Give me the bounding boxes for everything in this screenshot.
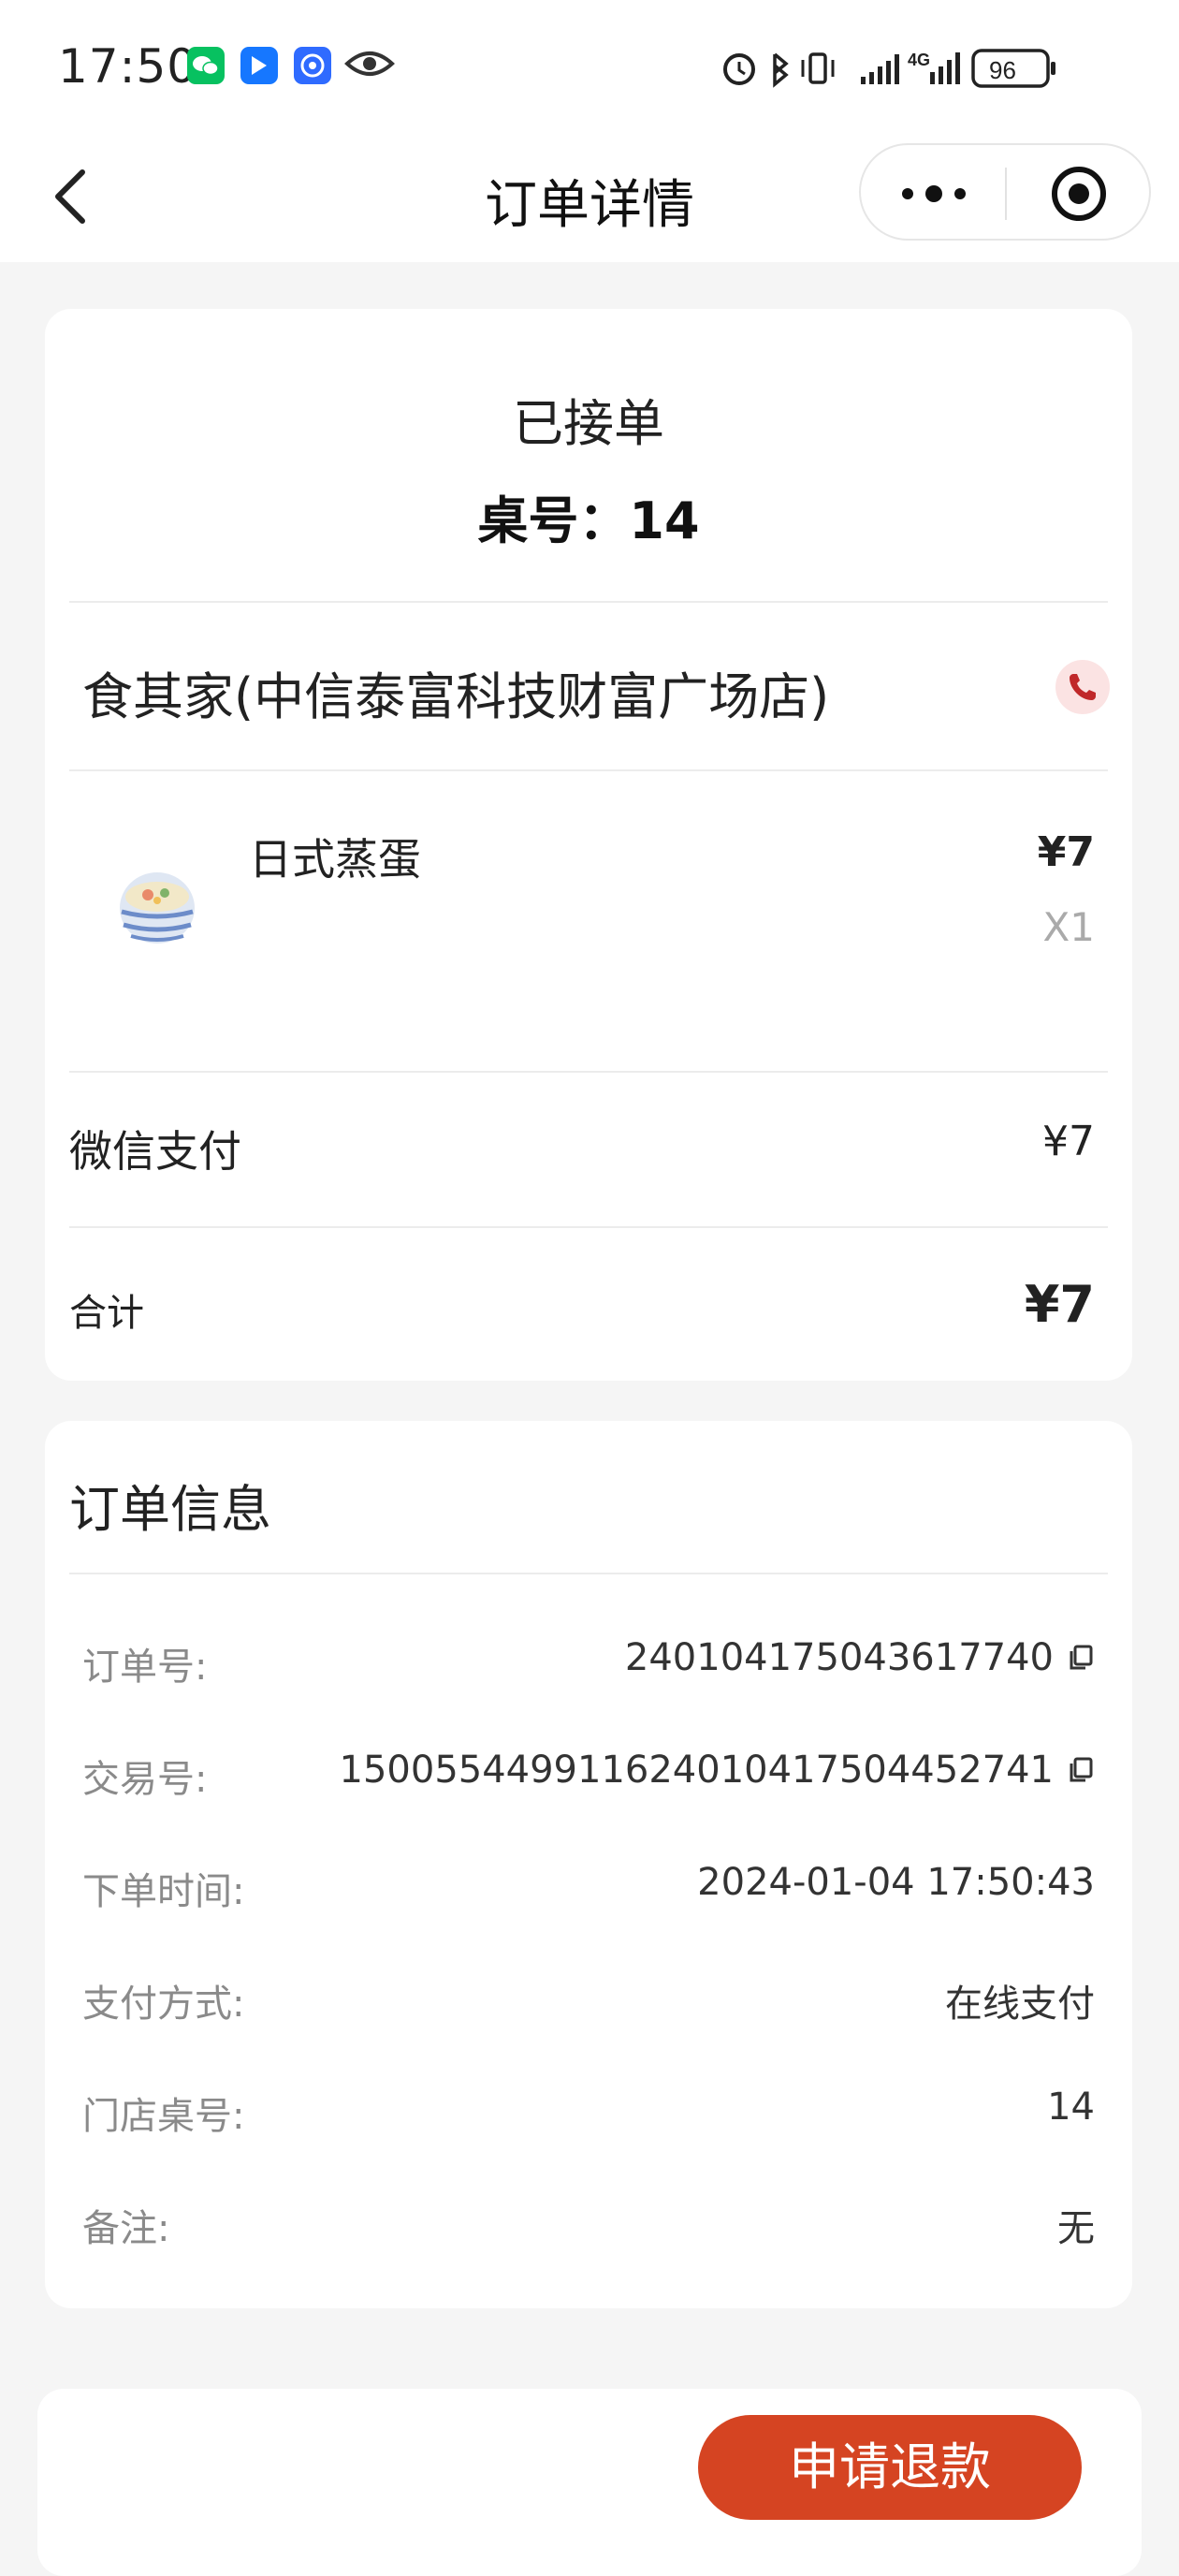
transaction-number: 150055449911624010417504452741	[339, 1749, 1054, 1792]
miniprogram-capsule	[859, 143, 1151, 241]
eye-icon	[344, 45, 395, 82]
close-miniprogram-button[interactable]	[1007, 145, 1151, 239]
bottom-action-bar: 申请退款	[37, 2389, 1142, 2576]
divider	[69, 601, 1108, 603]
app-notification-icon	[294, 47, 331, 84]
phone-icon	[1070, 674, 1096, 700]
wechat-notification-icon	[187, 47, 225, 84]
info-row-transaction-number: 交易号: 150055449911624010417504452741	[82, 1749, 1095, 1805]
info-label: 门店桌号:	[82, 2095, 245, 2138]
dish-price: ¥7	[1037, 828, 1095, 876]
dish-quantity: X1	[1042, 904, 1096, 950]
table-number: 桌号：14	[477, 491, 700, 550]
divider	[69, 1226, 1108, 1228]
copy-icon[interactable]	[1067, 1756, 1095, 1784]
payment-method: 在线支付	[945, 1983, 1095, 2026]
status-bar: 17:50 4G 96	[0, 0, 1179, 131]
divider	[69, 1573, 1108, 1574]
bluetooth-icon	[773, 52, 789, 88]
info-row-order-time: 下单时间: 2024-01-04 17:50:43	[82, 1861, 1095, 1917]
info-label: 支付方式:	[82, 1983, 245, 2026]
payment-method-label: 微信支付	[69, 1126, 241, 1177]
payment-amount: ¥7	[1042, 1118, 1095, 1165]
battery-icon: 96	[971, 49, 1055, 88]
remark: 无	[1057, 2207, 1095, 2250]
dish-image	[112, 859, 202, 949]
call-store-button[interactable]	[1055, 660, 1110, 714]
divider	[69, 769, 1108, 771]
info-label: 交易号:	[82, 1758, 208, 1801]
info-row-table-number: 门店桌号: 14	[82, 2086, 1095, 2142]
divider	[69, 1071, 1108, 1073]
order-status: 已接单	[513, 394, 664, 453]
signal-4g-icon: 4G	[908, 51, 960, 84]
order-number: 240104175043617740	[624, 1636, 1054, 1679]
total-label: 合计	[69, 1292, 144, 1335]
alarm-icon	[723, 53, 755, 85]
target-icon	[1052, 167, 1106, 221]
svg-text:96: 96	[989, 56, 1016, 84]
total-amount: ¥7	[1024, 1275, 1095, 1334]
status-time: 17:50	[58, 39, 198, 94]
more-dots-icon	[902, 185, 966, 202]
lark-notification-icon	[240, 47, 278, 84]
info-label: 订单号:	[82, 1646, 208, 1689]
store-table-number: 14	[1047, 2086, 1095, 2129]
info-row-remark: 备注: 无	[82, 2198, 1095, 2254]
info-label: 下单时间:	[82, 1870, 245, 1913]
order-info-card: 订单信息 订单号: 240104175043617740 交易号: 150055…	[45, 1421, 1132, 2308]
store-name[interactable]: 食其家(中信泰富科技财富广场店)	[82, 655, 829, 729]
copy-icon[interactable]	[1067, 1644, 1095, 1672]
info-row-order-number: 订单号: 240104175043617740	[82, 1636, 1095, 1692]
svg-text:4G: 4G	[908, 51, 930, 69]
more-button[interactable]	[861, 145, 1005, 239]
order-time: 2024-01-04 17:50:43	[697, 1861, 1095, 1904]
status-indicators: 4G 96	[723, 49, 1055, 88]
dish-name: 日式蒸蛋	[249, 834, 421, 885]
info-row-payment-method: 支付方式: 在线支付	[82, 1973, 1095, 2029]
info-label: 备注:	[82, 2207, 170, 2250]
order-summary-card: 已接单 桌号：14 食其家(中信泰富科技财富广场店) 日式蒸蛋 ¥7 X1 微信…	[45, 309, 1132, 1381]
signal-1-icon	[861, 54, 899, 84]
vibrate-icon	[801, 52, 835, 84]
order-info-title: 订单信息	[69, 1480, 271, 1539]
request-refund-button[interactable]: 申请退款	[698, 2415, 1082, 2520]
nav-bar: 订单详情	[0, 131, 1179, 262]
